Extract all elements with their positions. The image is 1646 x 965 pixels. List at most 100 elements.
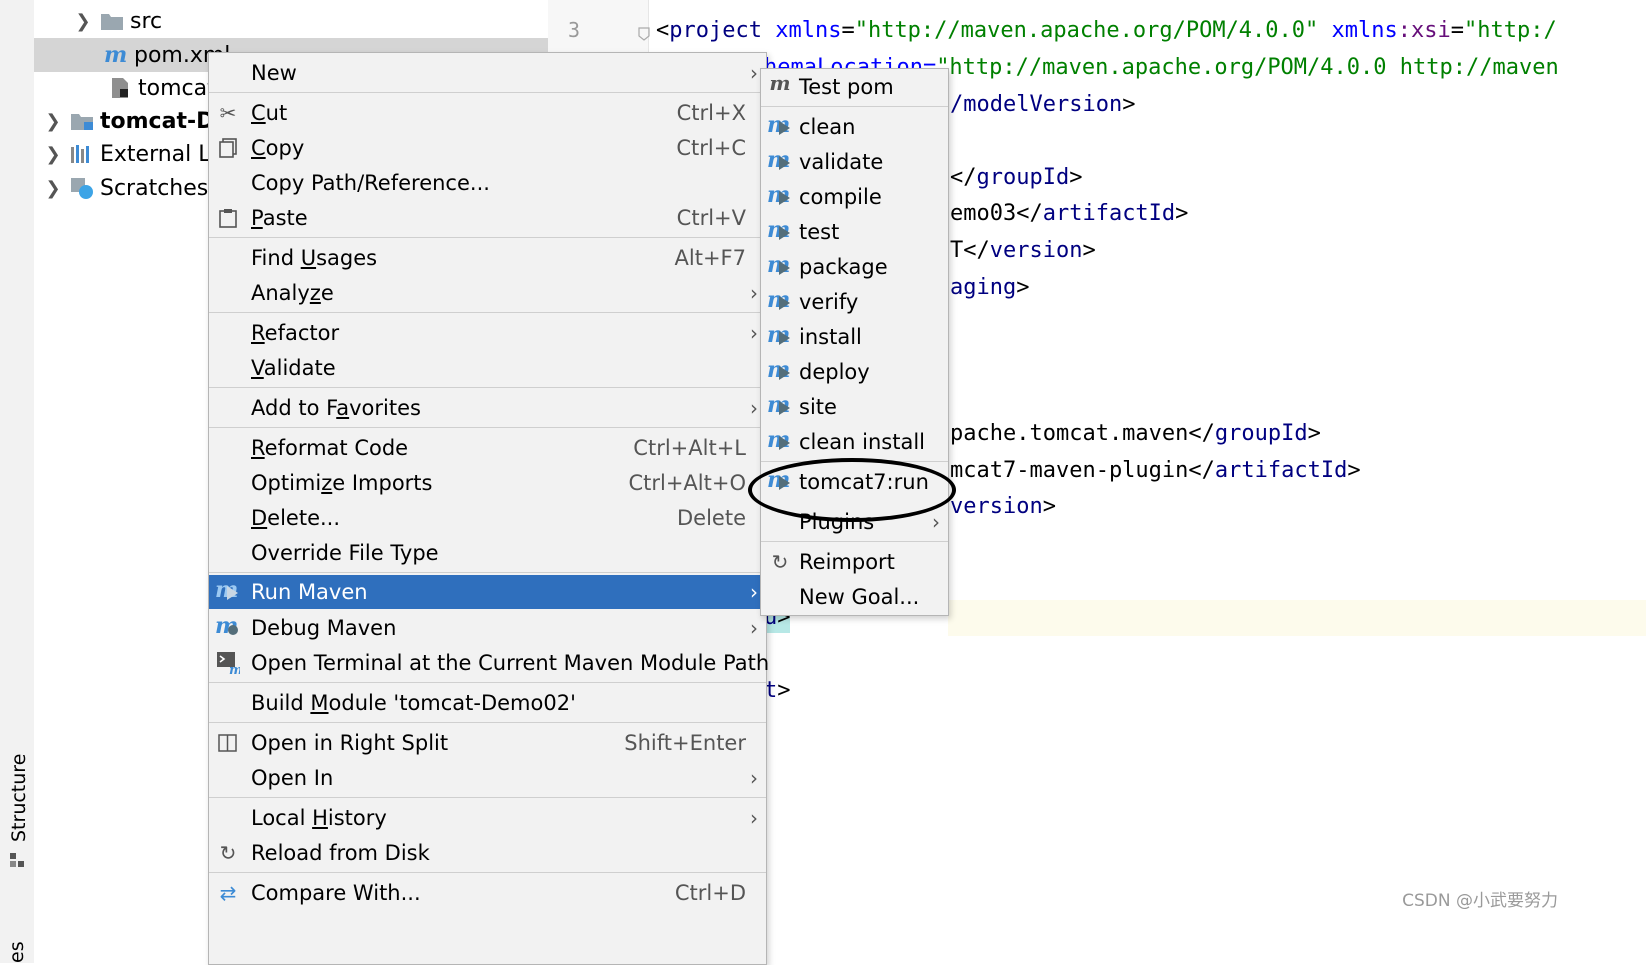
maven-run-icon: m: [767, 112, 791, 138]
reload-icon: ↻: [219, 841, 237, 865]
menu-item-copy-path[interactable]: Copy Path/Reference...: [209, 166, 766, 200]
split-icon: [215, 731, 241, 755]
scissors-icon: ✂: [219, 101, 237, 125]
menu-item-debug-maven[interactable]: m Debug Maven ›: [209, 611, 766, 645]
compare-icon: ⇄: [219, 881, 237, 905]
menu-item-run-maven[interactable]: m Run Maven ›: [209, 575, 766, 609]
submenu-item-clean-install[interactable]: m clean install: [761, 425, 948, 459]
submenu-item-test-pom[interactable]: m Test pom: [761, 70, 948, 104]
tree-row-src[interactable]: ❯ src: [74, 4, 162, 38]
menu-item-optimize-imports[interactable]: Optimize Imports Ctrl+Alt+O: [209, 466, 766, 500]
menu-item-find-usages[interactable]: Find Usages Alt+F7: [209, 241, 766, 275]
line-number: 3: [568, 18, 581, 42]
menu-item-override-file-type[interactable]: Override File Type: [209, 536, 766, 570]
clipboard-icon: [215, 206, 241, 230]
menu-separator: [209, 237, 766, 238]
bottom-tab-fragment[interactable]: es: [4, 940, 28, 963]
maven-run-icon: m: [767, 427, 791, 453]
scratches-icon: [70, 177, 94, 199]
tree-row-module[interactable]: ❯ tomcat-De: [44, 104, 229, 138]
maven-run-icon: m: [767, 252, 791, 278]
code-line: /modelVersion>: [950, 92, 1136, 117]
terminal-maven-icon: m: [215, 651, 241, 675]
submenu-item-new-goal[interactable]: New Goal...: [761, 580, 948, 614]
chevron-right-icon[interactable]: ❯: [44, 144, 62, 165]
code-line: </groupId>: [950, 165, 1083, 190]
library-icon: [70, 143, 94, 165]
menu-separator: [209, 312, 766, 313]
maven-run-icon: m: [767, 322, 791, 348]
chevron-right-icon: ›: [750, 281, 758, 305]
menu-separator: [209, 722, 766, 723]
maven-run-icon: m: [767, 217, 791, 243]
submenu-item-install[interactable]: m install: [761, 320, 948, 354]
submenu-item-clean[interactable]: m clean: [761, 110, 948, 144]
file-icon: [108, 77, 132, 99]
chevron-right-icon: ›: [750, 321, 758, 345]
menu-item-open-in[interactable]: Open In ›: [209, 761, 766, 795]
menu-item-paste[interactable]: Paste Ctrl+V: [209, 201, 766, 235]
context-menu: New › ✂ Cut Ctrl+X Copy Ctrl+C Copy Path…: [208, 52, 769, 965]
maven-icon: m: [769, 71, 791, 95]
maven-run-icon: m: [767, 147, 791, 173]
submenu-item-deploy[interactable]: m deploy: [761, 355, 948, 389]
menu-item-copy[interactable]: Copy Ctrl+C: [209, 131, 766, 165]
chevron-right-icon[interactable]: ❯: [44, 111, 62, 132]
menu-separator: [761, 541, 948, 542]
menu-item-cut[interactable]: ✂ Cut Ctrl+X: [209, 96, 766, 130]
structure-icon: [10, 852, 24, 867]
menu-item-compare-with[interactable]: ⇄ Compare With... Ctrl+D: [209, 876, 766, 910]
menu-item-analyze[interactable]: Analyze ›: [209, 276, 766, 310]
maven-run-icon: m: [767, 357, 791, 383]
menu-separator: [209, 427, 766, 428]
menu-item-new[interactable]: New ›: [209, 56, 766, 90]
folder-icon: [100, 10, 124, 32]
code-line: version>: [950, 494, 1056, 519]
menu-separator: [209, 387, 766, 388]
run-maven-submenu: m Test pom m clean m validate m compile …: [760, 68, 949, 616]
menu-item-validate[interactable]: Validate: [209, 351, 766, 385]
module-folder-icon: [70, 110, 94, 132]
reload-icon: ↻: [771, 550, 789, 574]
maven-icon: m: [104, 42, 128, 68]
tree-row-scratches[interactable]: ❯ Scratches a: [44, 171, 228, 205]
maven-run-icon: m: [767, 287, 791, 313]
maven-run-icon: m: [767, 182, 791, 208]
tree-row-external-libraries[interactable]: ❯ External Li: [44, 137, 217, 171]
code-line: aging>: [950, 275, 1030, 300]
menu-item-local-history[interactable]: Local History ›: [209, 801, 766, 835]
menu-item-delete[interactable]: Delete... Delete: [209, 501, 766, 535]
menu-item-reload-from-disk[interactable]: ↻ Reload from Disk: [209, 836, 766, 870]
menu-item-build-module[interactable]: Build Module 'tomcat-Demo02': [209, 686, 766, 720]
menu-separator: [761, 106, 948, 107]
code-line: emo03</artifactId>: [950, 201, 1189, 226]
chevron-right-icon[interactable]: ❯: [74, 11, 92, 32]
structure-tool-tab[interactable]: Structure: [6, 754, 30, 880]
chevron-right-icon: ›: [750, 806, 758, 830]
submenu-item-test[interactable]: m test: [761, 215, 948, 249]
menu-separator: [209, 872, 766, 873]
tree-row-label: External Li: [100, 141, 217, 167]
submenu-item-compile[interactable]: m compile: [761, 180, 948, 214]
menu-item-reformat-code[interactable]: Reformat Code Ctrl+Alt+L: [209, 431, 766, 465]
annotation-circle: [748, 458, 956, 522]
tree-row-tomcat-file[interactable]: tomcat-: [108, 71, 224, 105]
chevron-right-icon[interactable]: ❯: [44, 178, 62, 199]
menu-item-add-to-favorites[interactable]: Add to Favorites ›: [209, 391, 766, 425]
maven-run-icon: m: [215, 577, 239, 603]
submenu-item-package[interactable]: m package: [761, 250, 948, 284]
svg-text:m: m: [229, 663, 240, 675]
submenu-item-reimport[interactable]: ↻ Reimport: [761, 545, 948, 579]
menu-separator: [209, 92, 766, 93]
submenu-item-verify[interactable]: m verify: [761, 285, 948, 319]
maven-debug-icon: m: [215, 613, 239, 639]
menu-item-open-right-split[interactable]: Open in Right Split Shift+Enter: [209, 726, 766, 760]
menu-item-refactor[interactable]: Refactor ›: [209, 316, 766, 350]
code-line: pache.tomcat.maven</groupId>: [950, 421, 1321, 446]
submenu-item-validate[interactable]: m validate: [761, 145, 948, 179]
chevron-right-icon: ›: [750, 766, 758, 790]
menu-item-open-terminal[interactable]: m Open Terminal at the Current Maven Mod…: [209, 646, 769, 680]
copy-icon: [215, 136, 241, 160]
submenu-item-site[interactable]: m site: [761, 390, 948, 424]
chevron-right-icon: ›: [750, 616, 758, 640]
